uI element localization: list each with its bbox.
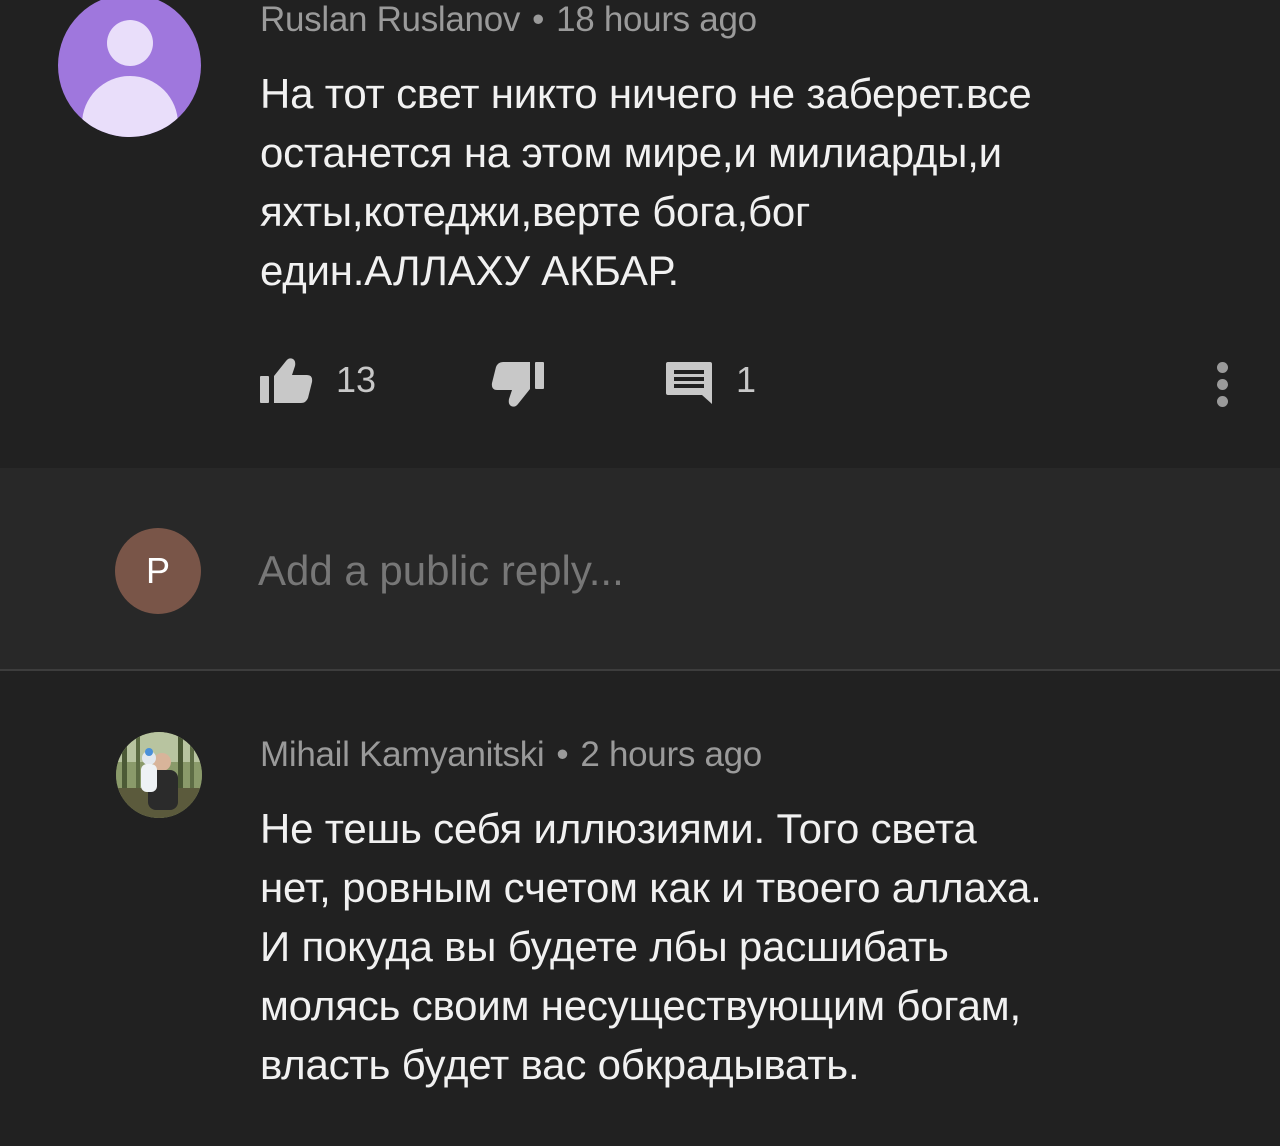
comment-text-line: Не тешь себя иллюзиями. Того света [260, 805, 977, 852]
comment-author[interactable]: Mihail Kamyanitski [260, 735, 545, 774]
avatar-shoulders-shape [81, 76, 178, 137]
more-dot [1217, 379, 1228, 390]
more-vertical-icon[interactable] [1208, 360, 1238, 410]
avatar-photo [116, 732, 202, 818]
comment-time: 2 hours ago [580, 735, 762, 774]
reply-button[interactable]: 1 [664, 348, 756, 412]
comment-thread-1: Ruslan Ruslanov • 18 hours ago На тот свет… [0, 0, 1280, 468]
comment-text-line: един.АЛЛАХУ АКБАР. [260, 247, 679, 294]
comment-time: 18 hours ago [556, 0, 757, 39]
meta-separator: • [556, 735, 569, 774]
comment-text-line: нет, ровным счетом как и твоего аллаха. [260, 864, 1042, 911]
comment-icon [666, 362, 712, 404]
reply-input[interactable] [258, 540, 1198, 602]
thumbs-down-icon [491, 362, 544, 407]
comment-text-line: И покуда вы будете лбы расшибать [260, 923, 949, 970]
comment-text-line: власть будет вас обкрадывать. [260, 1041, 860, 1088]
avatar[interactable] [58, 0, 201, 137]
comment-text-line: яхты,котеджи,верте бога,бог [260, 188, 811, 235]
dislike-button[interactable] [490, 348, 546, 412]
comment-author[interactable]: Ruslan Ruslanov [260, 0, 520, 39]
comment-meta: Ruslan Ruslanov • 18 hours ago [260, 0, 757, 40]
comment-text: Не тешь себя иллюзиями. Того света нет, … [260, 799, 1042, 1094]
more-dot [1217, 396, 1228, 407]
comment-text-line: молясь своим несуществующим богам, [260, 982, 1021, 1029]
more-dot [1217, 362, 1228, 373]
user-avatar[interactable]: P [115, 528, 201, 614]
avatar[interactable] [116, 732, 202, 818]
meta-separator: • [532, 0, 545, 39]
reply-count: 1 [736, 359, 757, 400]
comment-actions: 13 1 [258, 348, 1258, 412]
like-count: 13 [336, 359, 377, 400]
comment-text-line: останется на этом мире,и милиарды,и [260, 129, 1002, 176]
comment-text-line: На тот свет никто ничего не заберет.все [260, 70, 1032, 117]
comment-thread-2: Mihail Kamyanitski • 2 hours ago Не тешь с… [0, 671, 1280, 1146]
avatar-head-shape [106, 20, 153, 66]
comment-text: На тот свет никто ничего не заберет.все … [260, 64, 1032, 300]
thumbs-up-icon [260, 358, 313, 403]
like-button[interactable]: 13 [258, 348, 376, 412]
comment-meta: Mihail Kamyanitski • 2 hours ago [260, 735, 762, 775]
